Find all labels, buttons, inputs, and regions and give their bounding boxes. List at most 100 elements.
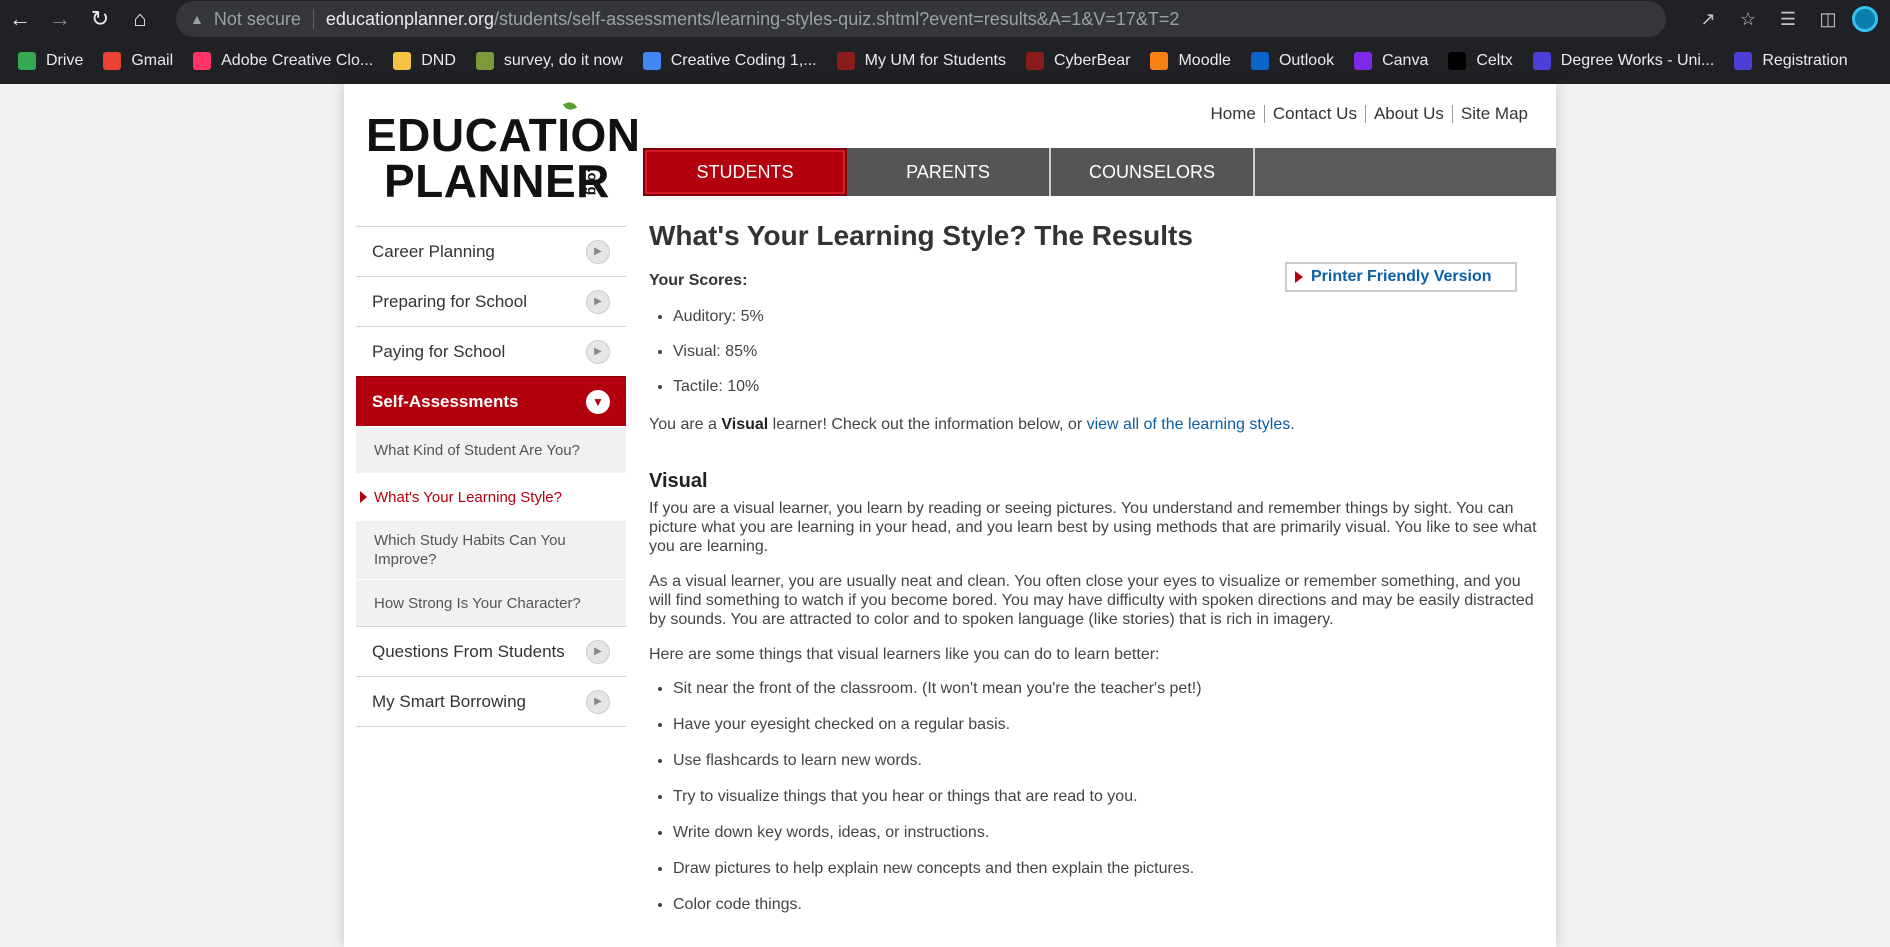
adobe-icon <box>193 52 212 70</box>
tip-item: Write down key words, ideas, or instruct… <box>673 824 1539 842</box>
address-bar[interactable]: ▲ Not secure educationplanner.org/studen… <box>176 1 1666 37</box>
sidebar-item-label: Preparing for School <box>372 291 527 311</box>
bookmark-item[interactable]: Canva <box>1354 52 1428 70</box>
sidebar-item-label: Career Planning <box>372 241 495 261</box>
result-end: . <box>1290 416 1295 433</box>
score-visual: Visual: 85% <box>673 343 1539 361</box>
scores-list: Auditory: 5% Visual: 85% Tactile: 10% <box>649 308 1539 396</box>
tip-item: Have your eyesight checked on a regular … <box>673 716 1539 734</box>
util-link-sitemap[interactable]: Site Map <box>1453 104 1536 124</box>
printer-friendly-label: Printer Friendly Version <box>1311 268 1492 285</box>
section-title: Visual <box>649 470 708 492</box>
tab-parents[interactable]: PARENTS <box>847 148 1051 196</box>
um-icon <box>836 52 855 70</box>
sidebar-item-career-planning[interactable]: Career Planning ▶ <box>356 226 626 276</box>
canva-icon <box>1354 52 1373 70</box>
play-arrow-icon: ▶ <box>586 239 610 264</box>
tip-item: Try to visualize things that you hear or… <box>673 788 1539 806</box>
sidebar-item-self-assessments[interactable]: Self-Assessments ▼ <box>356 376 626 426</box>
bookmark-label: DND <box>421 52 456 69</box>
tip-item: Sit near the front of the classroom. (It… <box>673 680 1539 698</box>
survey-icon <box>475 52 494 70</box>
result-prefix: You are a <box>649 416 722 433</box>
back-icon[interactable]: ← <box>0 0 40 38</box>
cyberbear-icon <box>1025 52 1044 70</box>
bookmark-label: Gmail <box>131 52 174 69</box>
sidebar-item-label: Questions From Students <box>372 641 565 661</box>
sidebar-item-paying-for-school[interactable]: Paying for School ▶ <box>356 326 626 376</box>
score-auditory: Auditory: 5% <box>673 308 1539 326</box>
tab-counselors[interactable]: COUNSELORS <box>1051 148 1255 196</box>
gmail-icon <box>103 52 122 70</box>
printer-friendly-button[interactable]: Printer Friendly Version <box>1285 262 1517 292</box>
bookmark-item[interactable]: CyberBear <box>1025 52 1131 70</box>
reload-icon[interactable]: ↻ <box>80 0 120 38</box>
forward-icon[interactable]: → <box>40 0 80 38</box>
bookmark-label: Celtx <box>1476 52 1513 69</box>
util-link-about[interactable]: About Us <box>1366 104 1452 124</box>
home-icon[interactable]: ⌂ <box>120 0 160 38</box>
tips-list: Sit near the front of the classroom. (It… <box>649 680 1539 914</box>
logo-suffix: .org <box>585 168 602 196</box>
sidebar-item-questions-from-students[interactable]: Questions From Students ▶ <box>356 626 626 676</box>
bookmark-label: Degree Works - Uni... <box>1560 52 1715 69</box>
url-domain: educationplanner.org <box>325 8 495 29</box>
tip-item: Color code things. <box>673 896 1539 914</box>
bookmark-item[interactable]: My UM for Students <box>836 52 1006 70</box>
bookmark-label: survey, do it now <box>503 52 623 69</box>
bookmark-item[interactable]: Drive <box>18 52 83 70</box>
tip-item: Draw pictures to help explain new concep… <box>673 860 1539 878</box>
subnav-item-label: What's Your Learning Style? <box>374 488 562 506</box>
bookmark-star-icon[interactable]: ☆ <box>1728 0 1768 38</box>
registration-icon <box>1734 52 1753 70</box>
reading-list-icon[interactable]: ☰ <box>1768 0 1808 38</box>
moodle-icon <box>1150 52 1169 70</box>
subnav-item-learning-style[interactable]: What's Your Learning Style? <box>356 473 626 520</box>
audience-tabs: STUDENTS PARENTS COUNSELORS <box>643 148 1556 196</box>
play-arrow-icon: ▶ <box>586 339 610 364</box>
share-icon[interactable]: ↗ <box>1688 0 1728 38</box>
profile-avatar[interactable] <box>1852 6 1878 32</box>
sidebar-divider <box>356 726 626 727</box>
education-planner-logo[interactable]: EDUCATION PLANNER .org <box>366 100 640 208</box>
bookmark-item[interactable]: survey, do it now <box>475 52 623 70</box>
bookmark-label: Outlook <box>1278 52 1335 69</box>
chevron-down-icon: ▼ <box>586 389 610 414</box>
folder-icon <box>393 52 412 70</box>
bookmark-item[interactable]: Moodle <box>1150 52 1231 70</box>
subnav-item-study-habits[interactable]: Which Study Habits Can You Improve? <box>356 520 626 579</box>
play-arrow-icon: ▶ <box>586 289 610 314</box>
play-arrow-icon <box>1295 271 1303 283</box>
bookmark-item[interactable]: Gmail <box>103 52 173 70</box>
paragraph-intro: If you are a visual learner, you learn b… <box>649 500 1537 555</box>
bookmark-item[interactable]: Outlook <box>1250 52 1335 70</box>
bookmark-label: CyberBear <box>1053 52 1131 69</box>
view-all-styles-link[interactable]: view all of the learning styles <box>1087 416 1291 433</box>
subnav-item-character[interactable]: How Strong Is Your Character? <box>356 579 626 626</box>
logo-line2: PLANNER <box>384 155 610 207</box>
bookmarks-bar: Drive Gmail Adobe Creative Clo... DND survey… <box>0 38 1890 84</box>
bookmark-item[interactable]: DND <box>393 52 456 70</box>
result-mid: learner! Check out the information below… <box>768 416 1087 433</box>
result-style: Visual <box>721 416 769 433</box>
sidebar-item-smart-borrowing[interactable]: My Smart Borrowing ▶ <box>356 676 626 726</box>
side-panel-icon[interactable]: ◫ <box>1808 0 1848 38</box>
bookmark-item[interactable]: Celtx <box>1448 52 1513 70</box>
bookmark-label: My UM for Students <box>864 52 1006 69</box>
warning-icon: ▲ <box>190 11 204 27</box>
util-link-home[interactable]: Home <box>1203 104 1264 124</box>
util-link-contact[interactable]: Contact Us <box>1265 104 1365 124</box>
utility-nav: Home Contact Us About Us Site Map <box>1203 104 1536 124</box>
sidebar-nav: Career Planning ▶ Preparing for School ▶… <box>356 226 626 727</box>
result-statement: You are a Visual learner! Check out the … <box>649 416 1539 434</box>
sidebar-item-preparing-for-school[interactable]: Preparing for School ▶ <box>356 276 626 326</box>
bookmark-item[interactable]: Degree Works - Uni... <box>1532 52 1715 70</box>
tab-students[interactable]: STUDENTS <box>643 148 847 196</box>
bookmark-label: Creative Coding 1,... <box>670 52 817 69</box>
bookmark-item[interactable]: Creative Coding 1,... <box>642 52 817 70</box>
sidebar-item-label: Self-Assessments <box>372 391 519 411</box>
bookmark-label: Registration <box>1762 52 1848 69</box>
subnav-item-student-type[interactable]: What Kind of Student Are You? <box>356 426 626 473</box>
bookmark-item[interactable]: Registration <box>1734 52 1848 70</box>
bookmark-item[interactable]: Adobe Creative Clo... <box>193 52 373 70</box>
